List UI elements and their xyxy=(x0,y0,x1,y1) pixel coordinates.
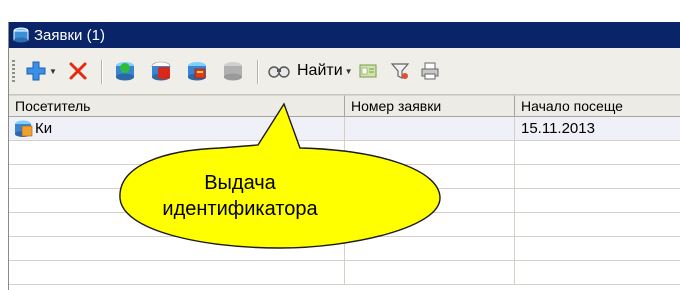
toolbar: ▼ Найти ▼ xyxy=(9,48,680,95)
add-dropdown-icon[interactable]: ▼ xyxy=(49,67,57,76)
empty-cell xyxy=(515,213,680,237)
add-button[interactable]: ▼ xyxy=(25,58,57,84)
empty-cell xyxy=(515,165,680,189)
request-red-button[interactable] xyxy=(149,58,173,84)
visitor-row-icon xyxy=(15,120,33,137)
empty-cell xyxy=(9,261,345,285)
column-header-visit-start[interactable]: Начало посеще xyxy=(515,95,680,117)
add-icon xyxy=(26,61,46,81)
empty-cell xyxy=(345,165,515,189)
empty-cell xyxy=(515,237,680,261)
find-label: Найти xyxy=(297,62,343,79)
issue-identifier-icon xyxy=(188,62,206,81)
toolbar-separator xyxy=(101,60,103,84)
callout-line2: идентификатора xyxy=(162,198,318,220)
find-icon xyxy=(268,66,290,78)
request-red-icon xyxy=(151,61,171,81)
toolbar-grip[interactable] xyxy=(12,60,15,84)
card-button[interactable] xyxy=(357,58,379,84)
empty-cell xyxy=(345,261,515,285)
requests-window: Заявки (1) ▼ Найти ▼ Посетитель Номер за… xyxy=(8,22,680,290)
find-dropdown-icon[interactable]: ▼ xyxy=(345,67,353,76)
empty-cell xyxy=(515,141,680,165)
request-disabled-button[interactable] xyxy=(221,58,245,84)
find-button[interactable]: Найти ▼ xyxy=(267,58,353,84)
issue-id-button[interactable] xyxy=(185,58,209,84)
request-green-icon xyxy=(116,62,134,81)
column-header-request-number[interactable]: Номер заявки xyxy=(345,95,515,117)
empty-cell xyxy=(9,141,345,165)
print-button[interactable] xyxy=(419,58,441,84)
table-row-start-cell[interactable]: 15.11.2013 xyxy=(515,117,680,141)
empty-cell xyxy=(345,189,515,213)
delete-icon xyxy=(69,62,87,80)
table-row-number-cell[interactable] xyxy=(345,117,515,141)
title-bar[interactable]: Заявки (1) xyxy=(9,22,680,48)
delete-button[interactable] xyxy=(67,58,89,84)
card-icon xyxy=(359,64,377,78)
table-row-visitor-cell[interactable]: Ки xyxy=(9,117,345,141)
empty-cell xyxy=(345,237,515,261)
column-header-visitor[interactable]: Посетитель xyxy=(9,95,345,117)
empty-cell xyxy=(9,237,345,261)
empty-cell xyxy=(345,141,515,165)
print-icon xyxy=(421,62,439,80)
window-title: Заявки (1) xyxy=(34,26,105,44)
requests-app-icon xyxy=(13,27,29,43)
callout-text: Выдача идентификатора xyxy=(120,170,360,222)
callout-line1: Выдача xyxy=(204,172,276,194)
filter-icon xyxy=(390,63,410,79)
visitor-name: Ки xyxy=(35,120,53,137)
empty-cell xyxy=(345,213,515,237)
empty-cell xyxy=(515,189,680,213)
request-disabled-icon xyxy=(224,62,242,81)
filter-button[interactable] xyxy=(389,58,411,84)
request-green-button[interactable] xyxy=(113,58,137,84)
empty-cell xyxy=(515,261,680,285)
toolbar-separator xyxy=(257,60,259,84)
